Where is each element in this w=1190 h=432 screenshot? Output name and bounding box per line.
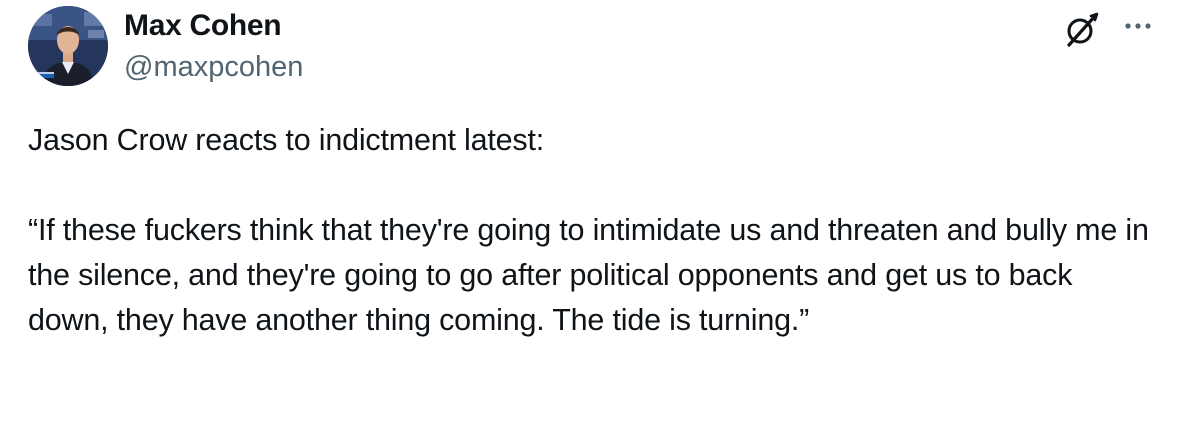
tweet-intro-line: Jason Crow reacts to indictment latest: — [28, 123, 545, 157]
author-name[interactable]: Max Cohen — [124, 8, 282, 44]
author-handle[interactable]: @maxpcohen — [124, 50, 303, 84]
tweet-text: Jason Crow reacts to indictment latest: … — [28, 118, 1158, 343]
more-options-icon[interactable] — [1120, 12, 1160, 40]
tweet-quote: “If these fuckers think that they're goi… — [28, 213, 1149, 337]
avatar[interactable] — [28, 6, 108, 86]
avatar-photo — [28, 6, 108, 86]
grok-icon[interactable] — [1062, 10, 1102, 50]
tweet-card: Max Cohen @maxpcohen Jason Crow reacts t… — [0, 0, 1190, 432]
